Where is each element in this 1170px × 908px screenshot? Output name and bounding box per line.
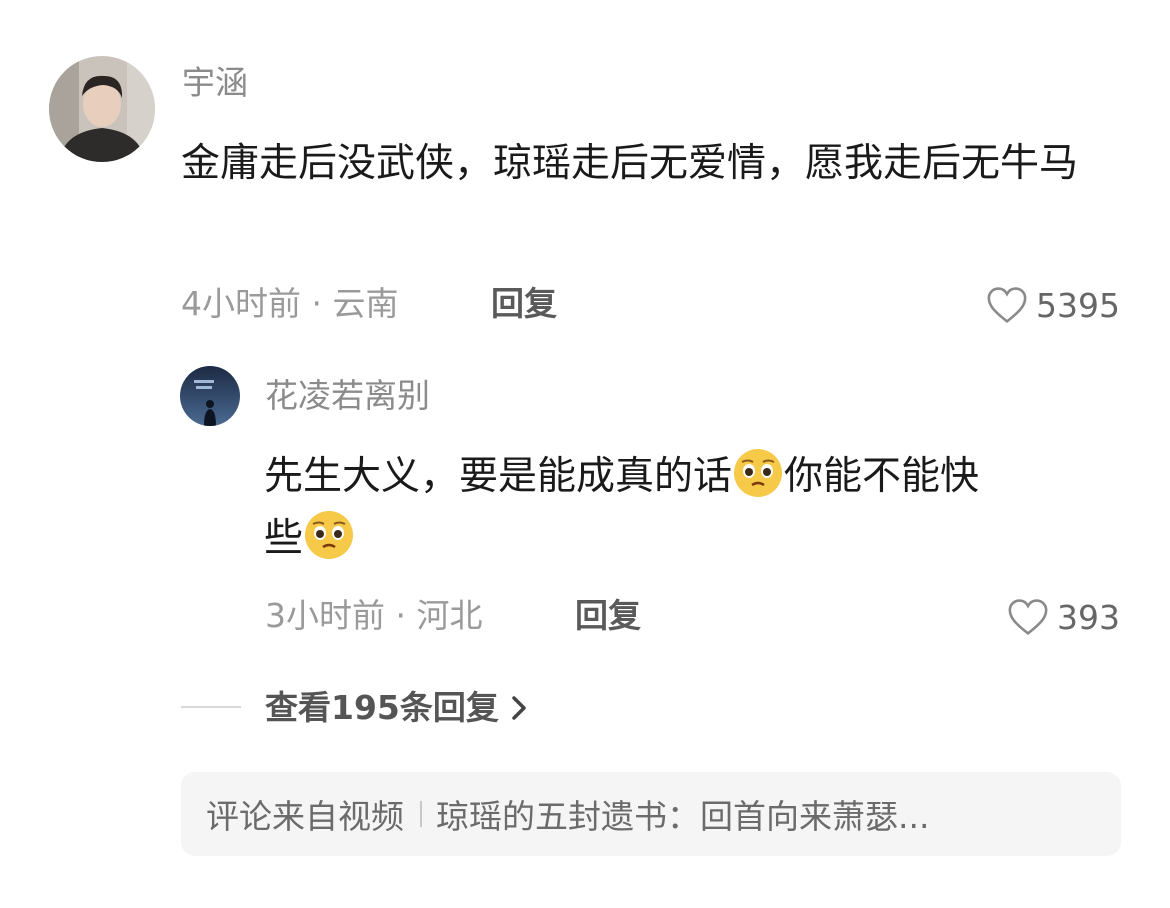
replies-divider: [181, 706, 241, 708]
pleading-face-emoji-icon: [734, 449, 783, 497]
man-portrait-avatar-icon: [49, 56, 155, 162]
heart-icon: [1008, 599, 1048, 636]
source-divider: [420, 801, 422, 827]
pleading-face-emoji-icon: [305, 511, 354, 559]
like-count: 5395: [1036, 285, 1120, 325]
view-replies-label: 查看195条回复: [265, 688, 499, 727]
reply-username[interactable]: 花凌若离别: [265, 379, 430, 412]
reply-time: 3小时前: [265, 596, 385, 635]
reply-button[interactable]: 回复: [491, 287, 557, 320]
heart-icon: [987, 287, 1027, 324]
comment-text: 金庸走后没武侠，琼瑶走后无爱情，愿我走后无牛马: [181, 141, 1079, 186]
reply-text-part3: 些: [264, 516, 304, 561]
video-source-bar[interactable]: 评论来自视频 琼瑶的五封遗书：回首向来萧瑟...: [181, 772, 1121, 856]
like-button[interactable]: 5395: [986, 286, 1120, 324]
reply-text-part1: 先生大义，要是能成真的话: [264, 454, 733, 499]
reply-text: 先生大义，要是能成真的话 你能不能快些: [264, 446, 1116, 570]
comment-location: 云南: [332, 284, 399, 323]
source-prefix: 评论来自视频: [206, 797, 404, 836]
reply-like-count: 393: [1057, 597, 1120, 637]
reply-meta: 3小时前 · 河北: [265, 596, 483, 635]
reply-location: 河北: [416, 596, 483, 635]
chevron-right-icon: [512, 695, 526, 720]
comment-time: 4小时前: [181, 284, 301, 323]
reply-avatar[interactable]: [180, 366, 240, 426]
night-silhouette-avatar-icon: [180, 366, 240, 426]
comment-username[interactable]: 宇涵: [182, 66, 248, 99]
source-video-title[interactable]: 琼瑶的五封遗书：回首向来萧瑟...: [436, 790, 929, 838]
view-replies-button[interactable]: 查看195条回复: [265, 691, 529, 724]
reply-text-part2: 你能不能快: [784, 454, 980, 499]
commenter-avatar[interactable]: [49, 56, 155, 162]
reply-reply-button[interactable]: 回复: [575, 599, 641, 632]
reply-like-button[interactable]: 393: [1007, 598, 1120, 636]
comment-meta: 4小时前 · 云南: [181, 284, 399, 323]
